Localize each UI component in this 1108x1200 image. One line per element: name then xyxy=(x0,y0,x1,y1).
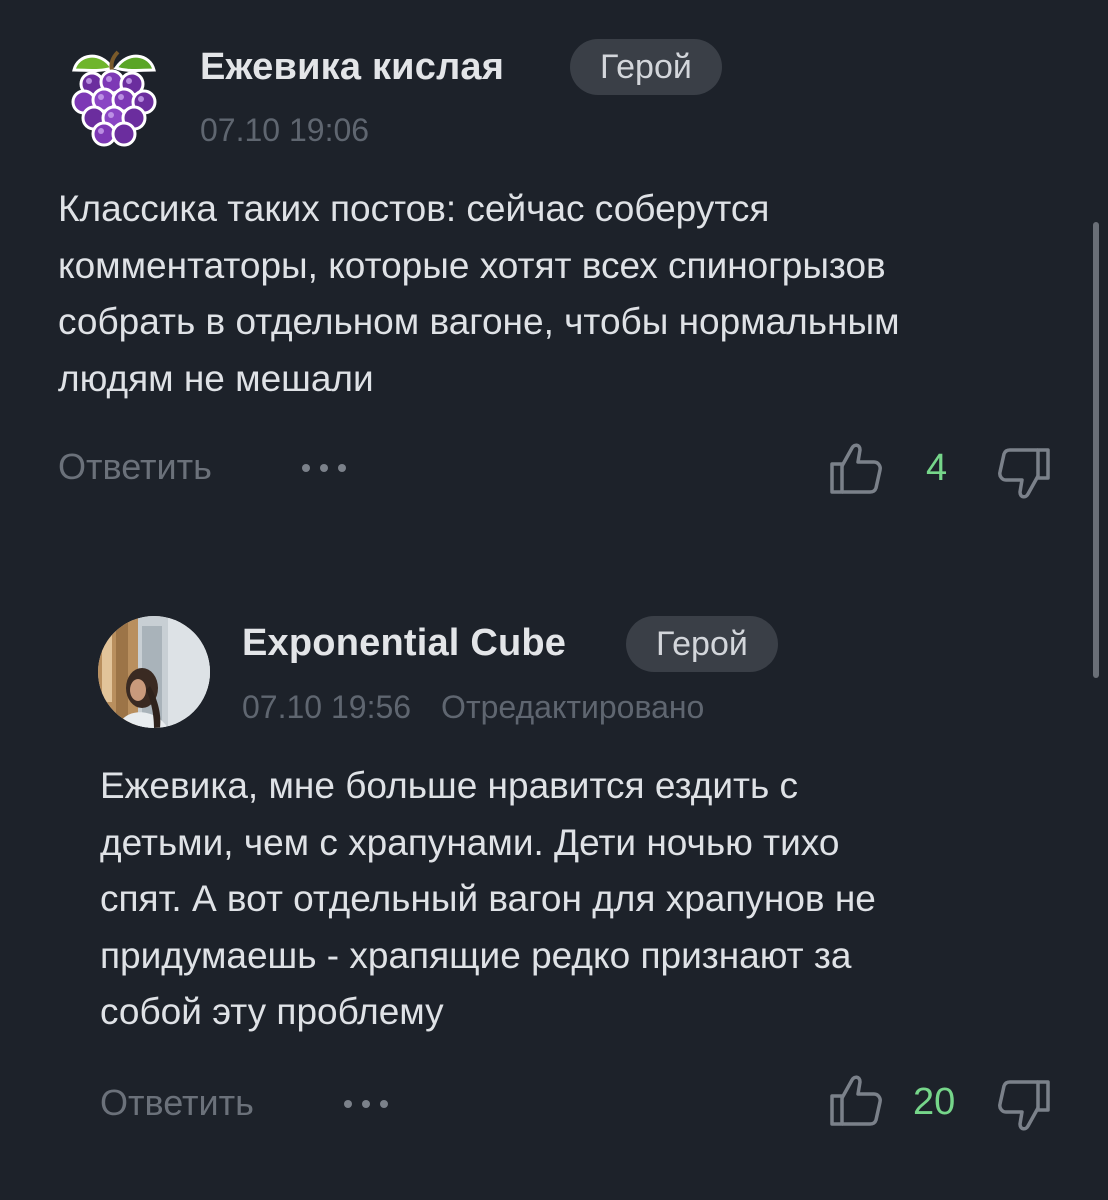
comment-text-line: спят. А вот отдельный вагон для храпунов… xyxy=(100,878,876,919)
status-badge: Герой xyxy=(626,616,778,672)
comment-meta: 07.10 19:06 xyxy=(200,112,369,149)
comment-reply: Exponential Cube Герой 07.10 19:56 Отреда… xyxy=(0,600,1108,1160)
status-badge: Герой xyxy=(570,39,722,95)
like-count: 20 xyxy=(913,1081,956,1123)
like-count: 4 xyxy=(926,447,948,489)
scrollbar[interactable] xyxy=(1093,222,1099,678)
comment-text-line: собрать в отдельном вагоне, чтобы нормал… xyxy=(58,301,900,342)
comment: Ежевика кислая Герой 07.10 19:06 Классик… xyxy=(0,0,1108,540)
comment-text-line: Ежевика, мне больше нравится ездить с xyxy=(100,765,798,806)
grape-icon xyxy=(71,50,157,147)
dot-icon xyxy=(338,464,346,472)
thumbs-up-icon[interactable] xyxy=(828,440,884,496)
author-name[interactable]: Exponential Cube xyxy=(242,622,566,665)
avatar[interactable] xyxy=(56,40,168,152)
dot-icon xyxy=(344,1100,352,1108)
more-options-button[interactable] xyxy=(302,462,350,474)
comment-text-line: детьми, чем с храпунами. Дети ночью тихо xyxy=(100,821,840,863)
timestamp: 07.10 19:06 xyxy=(200,112,370,148)
timestamp: 07.10 19:56 xyxy=(242,689,412,725)
comment-text-line: придумаешь - храпящие редко признают за xyxy=(100,934,852,976)
comment-text-line: людям не мешали xyxy=(58,357,374,399)
comment-text-line: комментаторы, которые хотят всех спиногр… xyxy=(58,244,886,286)
reply-button[interactable]: Ответить xyxy=(100,1082,254,1124)
thumbs-up-icon[interactable] xyxy=(828,1072,884,1128)
comment-text: Классика таких постов: сейчас соберутся … xyxy=(58,181,900,407)
comment-text: Ежевика, мне больше нравится ездить с де… xyxy=(100,758,876,1041)
thumbs-down-icon[interactable] xyxy=(996,1078,1052,1134)
comment-text-line: Классика таких постов: сейчас соберутся xyxy=(58,188,770,229)
dot-icon xyxy=(380,1100,388,1108)
dot-icon xyxy=(362,1100,370,1108)
edited-label: Отредактировано xyxy=(441,689,705,725)
dot-icon xyxy=(302,464,310,472)
user-photo xyxy=(98,616,210,728)
comment-text-line: собой эту проблему xyxy=(100,991,444,1032)
dot-icon xyxy=(320,464,328,472)
avatar[interactable] xyxy=(98,616,210,728)
reply-button[interactable]: Ответить xyxy=(58,446,212,488)
more-options-button[interactable] xyxy=(344,1098,392,1110)
thumbs-down-icon[interactable] xyxy=(996,446,1052,502)
author-name[interactable]: Ежевика кислая xyxy=(200,46,504,89)
comment-meta: 07.10 19:56 Отредактировано xyxy=(242,689,704,726)
